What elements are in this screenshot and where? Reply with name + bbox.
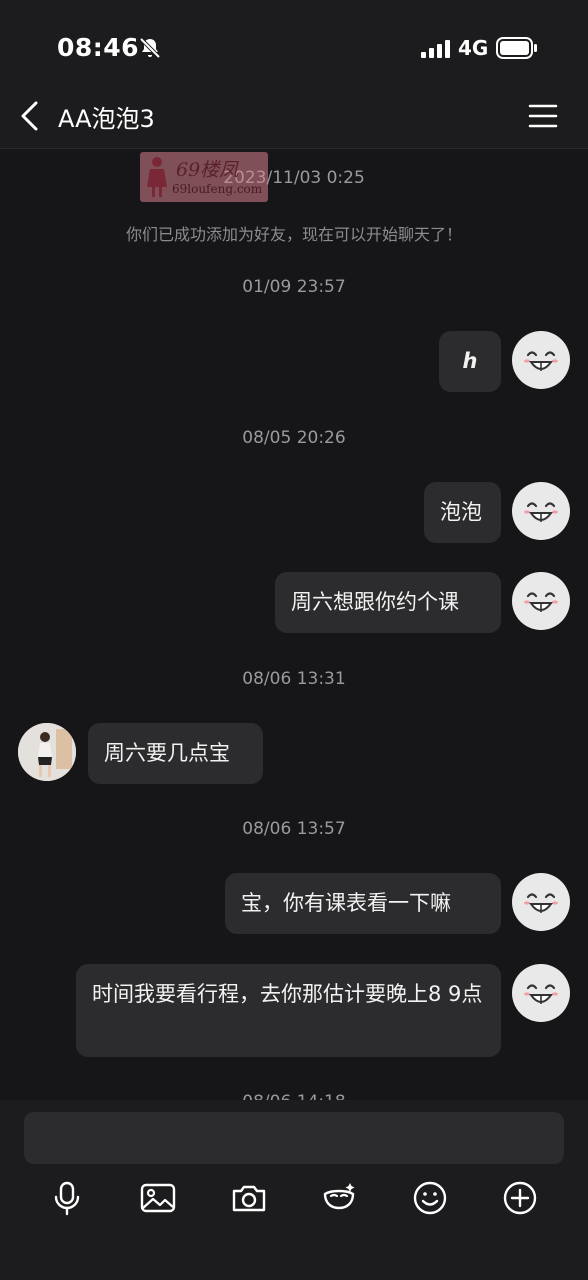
watermark-url: 69loufeng.com — [172, 182, 263, 196]
image-icon[interactable] — [140, 1180, 176, 1216]
message-bubble-sent[interactable]: 宝，你有课表看一下嘛 — [225, 873, 501, 934]
status-time: 08:46 — [57, 33, 140, 62]
watermark-text: 69楼凤 — [176, 159, 239, 181]
message-bubble-sent[interactable]: 周六想跟你约个课 — [275, 572, 501, 633]
signal-icon — [421, 40, 450, 58]
contact-avatar[interactable] — [18, 723, 76, 781]
input-area — [0, 1100, 588, 1280]
menu-icon[interactable] — [528, 102, 558, 130]
timestamp: 01/09 23:57 — [242, 277, 346, 297]
microphone-icon[interactable] — [49, 1180, 85, 1216]
emoji-icon[interactable] — [412, 1180, 448, 1216]
plus-icon[interactable] — [502, 1180, 538, 1216]
timestamp: 08/05 20:26 — [242, 428, 346, 448]
battery-icon — [496, 37, 537, 59]
message-bubble-received[interactable]: 周六要几点宝 — [88, 723, 263, 784]
timestamp: 08/06 14:18 — [0, 1092, 588, 1100]
smiley-icon — [524, 592, 558, 612]
my-avatar[interactable] — [512, 964, 570, 1022]
message-bubble-sent[interactable]: 时间我要看行程，去你那估计要晚上8 9点 — [76, 964, 501, 1057]
message-bubble-sent[interactable]: 泡泡 — [424, 482, 501, 543]
my-avatar[interactable] — [512, 572, 570, 630]
status-bar: 08:46 4G — [0, 0, 588, 92]
timestamp: 2023/11/03 0:25 — [223, 168, 365, 188]
timestamp: 08/06 13:31 — [242, 669, 346, 689]
message-input[interactable] — [24, 1112, 564, 1164]
message-bubble-sent[interactable]: h — [439, 331, 501, 392]
mute-bell-icon — [139, 37, 161, 59]
watermark-logo: 69楼凤 69loufeng.com — [140, 152, 268, 202]
mask-icon[interactable] — [321, 1180, 357, 1216]
figure-icon — [147, 157, 167, 197]
camera-icon[interactable] — [231, 1180, 267, 1216]
back-icon[interactable] — [18, 100, 42, 132]
my-avatar[interactable] — [512, 873, 570, 931]
nav-bar: AA泡泡3 — [0, 92, 588, 149]
smiley-icon — [524, 351, 558, 371]
contact-photo — [18, 723, 76, 781]
smiley-icon — [524, 984, 558, 1004]
chat-area[interactable]: 2023/11/03 0:25 69楼凤 69loufeng.com 你们已成功… — [0, 149, 588, 1100]
my-avatar[interactable] — [512, 482, 570, 540]
smiley-icon — [524, 893, 558, 913]
network-type: 4G — [458, 36, 489, 60]
system-notice: 你们已成功添加为好友，现在可以开始聊天了！ — [125, 225, 462, 244]
my-avatar[interactable] — [512, 331, 570, 389]
chat-title: AA泡泡3 — [58, 105, 155, 133]
smiley-icon — [524, 502, 558, 522]
timestamp: 08/06 13:57 — [242, 819, 346, 839]
